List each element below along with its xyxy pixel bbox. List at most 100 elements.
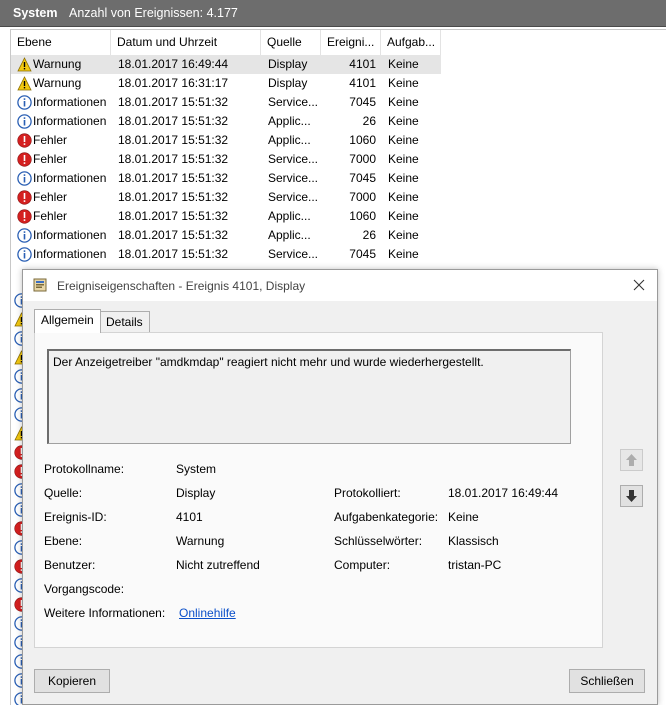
- event-row[interactable]: Informationen 18.01.2017 15:51:32 Applic..…: [11, 226, 666, 245]
- close-button[interactable]: Schließen: [569, 669, 645, 693]
- error-icon: [17, 190, 32, 205]
- event-id-cell: 7045: [349, 95, 376, 109]
- task-category-cell: Keine: [388, 247, 419, 261]
- tab-general[interactable]: Allgemein: [34, 309, 101, 333]
- task-category-cell: Keine: [388, 190, 419, 204]
- user-label: Benutzer:: [44, 558, 96, 572]
- log-name-value: System: [176, 462, 217, 476]
- source-cell: Applic...: [268, 133, 311, 147]
- level-icon-cell: [15, 226, 33, 245]
- task-category-cell: Keine: [388, 76, 419, 90]
- task-category-cell: Keine: [388, 228, 419, 242]
- level-icon-cell: [15, 207, 33, 226]
- level-icon-cell: [15, 55, 33, 74]
- computer-value: tristan-PC: [448, 558, 502, 572]
- event-id-cell: 7045: [349, 171, 376, 185]
- arrow-up-icon: [626, 454, 637, 466]
- level-icon-cell: [15, 112, 33, 131]
- event-row[interactable]: Warnung 18.01.2017 16:49:44 Display 4101 Kei…: [11, 55, 666, 74]
- event-id-cell: 7000: [349, 190, 376, 204]
- task-category-cell: Keine: [388, 152, 419, 166]
- level-cell: Informationen: [33, 114, 107, 128]
- event-rows: Warnung 18.01.2017 16:49:44 Display 4101 Kei…: [11, 55, 666, 264]
- level-icon-cell: [15, 188, 33, 207]
- date-cell: 18.01.2017 15:51:32: [118, 209, 229, 223]
- next-event-button[interactable]: [620, 485, 643, 507]
- error-icon: [17, 152, 32, 167]
- level-icon-cell: [15, 169, 33, 188]
- level-cell: Fehler: [33, 133, 68, 147]
- column-header-date[interactable]: Datum und Uhrzeit: [111, 30, 261, 55]
- event-row[interactable]: Fehler 18.01.2017 15:51:32 Service... 7000 K…: [11, 188, 666, 207]
- source-value: Display: [176, 486, 216, 500]
- event-row[interactable]: Fehler 18.01.2017 15:51:32 Applic... 1060 Ke…: [11, 131, 666, 150]
- event-row[interactable]: Informationen 18.01.2017 15:51:32 Applic..…: [11, 112, 666, 131]
- task-category-cell: Keine: [388, 133, 419, 147]
- column-header-source[interactable]: Quelle: [261, 30, 321, 55]
- source-cell: Applic...: [268, 228, 311, 242]
- info-icon: [17, 247, 32, 262]
- column-header-level[interactable]: Ebene: [11, 30, 111, 55]
- previous-event-button[interactable]: [620, 449, 643, 471]
- info-icon: [17, 171, 32, 186]
- column-header-task[interactable]: Aufgab...: [381, 30, 441, 55]
- date-cell: 18.01.2017 15:51:32: [118, 114, 229, 128]
- event-count: Anzahl von Ereignissen: 4.177: [69, 6, 238, 20]
- log-title: System: [13, 6, 58, 20]
- level-label: Ebene:: [44, 534, 83, 548]
- event-id-cell: 4101: [349, 76, 376, 90]
- level-icon-cell: [15, 131, 33, 150]
- level-cell: Fehler: [33, 152, 68, 166]
- online-help-link[interactable]: Onlinehilfe: [179, 606, 236, 620]
- level-cell: Informationen: [33, 95, 107, 109]
- date-cell: 18.01.2017 16:31:17: [118, 76, 229, 90]
- user-value: Nicht zutreffend: [176, 558, 260, 572]
- event-properties-dialog: Ereigniseigenschaften - Ereignis 4101, D…: [22, 269, 658, 705]
- computer-label: Computer:: [334, 558, 391, 572]
- event-row[interactable]: Fehler 18.01.2017 15:51:32 Service... 7000 K…: [11, 150, 666, 169]
- close-icon[interactable]: [631, 277, 647, 293]
- level-icon-cell: [15, 93, 33, 112]
- keywords-value: Klassisch: [448, 534, 499, 548]
- column-header-row: Ebene Datum und Uhrzeit Quelle Ereigni..…: [11, 30, 666, 55]
- event-row[interactable]: Fehler 18.01.2017 15:51:32 Applic... 1060 Ke…: [11, 207, 666, 226]
- task-category-cell: Keine: [388, 114, 419, 128]
- log-name-label: Protokollname:: [44, 462, 125, 476]
- event-id-value: 4101: [176, 510, 203, 524]
- source-cell: Applic...: [268, 114, 311, 128]
- level-cell: Informationen: [33, 171, 107, 185]
- date-cell: 18.01.2017 15:51:32: [118, 190, 229, 204]
- event-id-cell: 7000: [349, 152, 376, 166]
- column-header-event-id[interactable]: Ereigni...: [321, 30, 381, 55]
- event-row[interactable]: Informationen 18.01.2017 15:51:32 Service.…: [11, 93, 666, 112]
- level-cell: Fehler: [33, 209, 68, 223]
- date-cell: 18.01.2017 15:51:32: [118, 95, 229, 109]
- copy-button[interactable]: Kopieren: [34, 669, 110, 693]
- event-viewer-app-icon: [33, 278, 47, 292]
- level-cell: Warnung: [33, 57, 82, 71]
- source-cell: Applic...: [268, 209, 311, 223]
- event-id-cell: 7045: [349, 247, 376, 261]
- logged-label: Protokolliert:: [334, 486, 401, 500]
- level-icon-cell: [15, 245, 33, 264]
- event-id-cell: 26: [362, 114, 376, 128]
- date-cell: 18.01.2017 15:51:32: [118, 152, 229, 166]
- event-row[interactable]: Informationen 18.01.2017 15:51:32 Service.…: [11, 169, 666, 188]
- date-cell: 18.01.2017 16:49:44: [118, 57, 229, 71]
- source-cell: Display: [268, 57, 308, 71]
- event-row[interactable]: Informationen 18.01.2017 15:51:32 Service.…: [11, 245, 666, 264]
- level-cell: Informationen: [33, 247, 107, 261]
- date-cell: 18.01.2017 15:51:32: [118, 133, 229, 147]
- dialog-titlebar[interactable]: Ereigniseigenschaften - Ereignis 4101, D…: [23, 270, 657, 301]
- source-cell: Service...: [268, 152, 319, 166]
- date-cell: 18.01.2017 15:51:32: [118, 247, 229, 261]
- source-cell: Display: [268, 76, 308, 90]
- event-id-cell: 4101: [349, 57, 376, 71]
- event-row[interactable]: Warnung 18.01.2017 16:31:17 Display 4101 Kei…: [11, 74, 666, 93]
- event-description[interactable]: Der Anzeigetreiber "amdkmdap" reagiert n…: [47, 349, 571, 444]
- more-info-label: Weitere Informationen:: [44, 606, 166, 620]
- general-tab-panel: Der Anzeigetreiber "amdkmdap" reagiert n…: [34, 332, 603, 648]
- tab-details[interactable]: Details: [99, 311, 150, 333]
- event-id-cell: 26: [362, 228, 376, 242]
- level-cell: Fehler: [33, 190, 68, 204]
